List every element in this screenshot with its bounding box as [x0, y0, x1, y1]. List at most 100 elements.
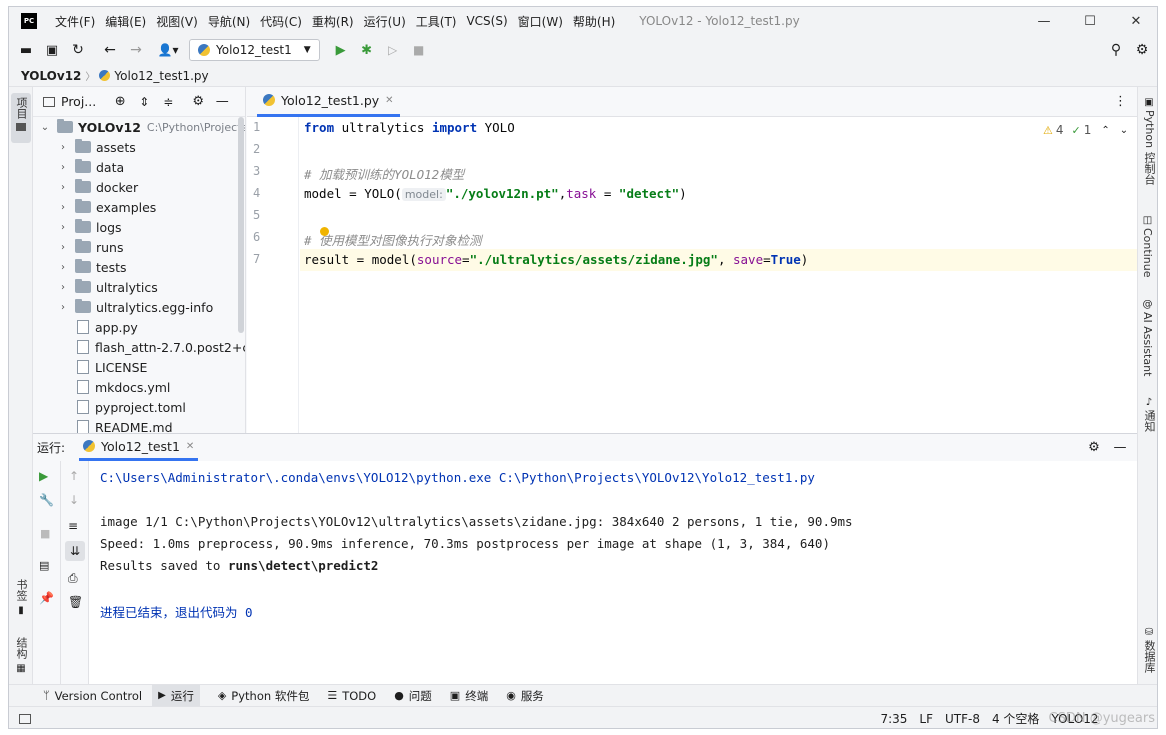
panel-settings-icon[interactable]: ⚙: [190, 94, 206, 109]
tree-item[interactable]: › ultralytics.egg-info: [57, 297, 213, 317]
code-line-1[interactable]: from ultralytics import YOLO: [304, 120, 515, 135]
tree-item[interactable]: › logs: [57, 217, 122, 237]
lightbulb-icon[interactable]: [320, 227, 329, 236]
tree-item[interactable]: › runs: [57, 237, 124, 257]
chevron-up-icon[interactable]: ⌃: [1101, 125, 1109, 136]
chevron-down-icon[interactable]: ⌄: [1120, 125, 1128, 136]
chevron-right-icon[interactable]: ›: [57, 142, 69, 153]
tree-item[interactable]: › examples: [57, 197, 156, 217]
menu-refactor[interactable]: 重构(R): [312, 13, 354, 30]
tab-python-packages[interactable]: ◈ Python 软件包: [218, 688, 310, 704]
menu-run[interactable]: 运行(U): [364, 13, 406, 30]
maximize-button[interactable]: ☐: [1067, 7, 1113, 35]
close-button[interactable]: ✕: [1113, 7, 1157, 35]
structure-tool-button[interactable]: 结构 ▦: [12, 637, 30, 674]
tab-run[interactable]: ▶ 运行: [152, 684, 200, 707]
tab-terminal[interactable]: ▣ 终端: [450, 688, 488, 704]
continue-tool-button[interactable]: ◫ Continue: [1141, 215, 1154, 277]
tree-item[interactable]: LICENSE: [77, 357, 147, 377]
tree-item[interactable]: README.md: [77, 417, 173, 433]
arrow-up-icon[interactable]: ↑: [69, 469, 79, 483]
debug-icon[interactable]: ✱: [358, 43, 376, 58]
back-icon[interactable]: ←: [101, 42, 119, 58]
chevron-right-icon[interactable]: ›: [57, 302, 69, 313]
sync-icon[interactable]: ↻: [69, 42, 87, 58]
collapse-all-icon[interactable]: ≑: [160, 95, 176, 109]
pin-icon[interactable]: 📌: [39, 591, 54, 605]
code-line-6[interactable]: # 使用模型对图像执行对象检测: [304, 230, 482, 249]
hide-panel-icon[interactable]: —: [214, 94, 230, 109]
line-separator[interactable]: LF: [919, 712, 933, 726]
project-panel-title[interactable]: Proj...: [61, 94, 96, 109]
settings-gear-icon[interactable]: ⚙: [1085, 440, 1103, 455]
open-folder-icon[interactable]: ▬: [17, 43, 35, 58]
tree-item[interactable]: app.py: [77, 317, 138, 337]
forward-icon[interactable]: →: [127, 42, 145, 58]
tab-version-control[interactable]: ᛘ Version Control: [43, 689, 142, 703]
menu-file[interactable]: 文件(F): [55, 13, 95, 30]
wrench-icon[interactable]: 🔧: [39, 493, 54, 507]
chevron-right-icon[interactable]: ›: [57, 182, 69, 193]
chevron-right-icon[interactable]: ›: [57, 262, 69, 273]
menu-vcs[interactable]: VCS(S): [466, 14, 507, 28]
chevron-right-icon[interactable]: ›: [57, 202, 69, 213]
run-icon[interactable]: ▶: [332, 43, 350, 58]
stop-icon[interactable]: ■: [410, 43, 428, 57]
cursor-position[interactable]: 7:35: [880, 712, 907, 726]
editor-tab[interactable]: Yolo12_test1.py ✕: [257, 87, 400, 117]
bookmarks-tool-button[interactable]: 书签 ▮: [12, 579, 30, 616]
print-icon[interactable]: ⎙: [68, 571, 78, 586]
ai-assistant-tool-button[interactable]: @ AI Assistant: [1141, 299, 1154, 376]
menu-view[interactable]: 视图(V): [156, 13, 198, 30]
tree-item[interactable]: mkdocs.yml: [77, 377, 170, 397]
code-line-7[interactable]: result = model(source="./ultralytics/ass…: [304, 252, 808, 267]
coverage-icon[interactable]: ▷: [384, 43, 402, 57]
menu-help[interactable]: 帮助(H): [573, 13, 615, 30]
chevron-right-icon[interactable]: ›: [57, 282, 69, 293]
menu-edit[interactable]: 编辑(E): [105, 13, 146, 30]
project-tool-button[interactable]: 项目: [11, 93, 31, 143]
code-line-4[interactable]: model = YOLO(model: "./yolov12n.pt",task …: [304, 186, 687, 201]
python-console-tool-button[interactable]: ▣ Python 控制台: [1141, 97, 1157, 185]
chevron-right-icon[interactable]: ›: [57, 242, 69, 253]
trash-icon[interactable]: 🗑: [68, 595, 83, 609]
menu-tools[interactable]: 工具(T): [416, 13, 457, 30]
menu-code[interactable]: 代码(C): [260, 13, 302, 30]
project-scrollbar[interactable]: [238, 117, 244, 333]
breadcrumb-project[interactable]: YOLOv12: [21, 69, 81, 83]
tree-root[interactable]: ⌄ YOLOv12 C:\Python\Projects\: [39, 117, 245, 137]
file-encoding[interactable]: UTF-8: [945, 712, 980, 726]
tree-item[interactable]: › tests: [57, 257, 127, 277]
locate-icon[interactable]: ⊕: [112, 94, 128, 109]
tree-item[interactable]: › ultralytics: [57, 277, 158, 297]
breadcrumb-file[interactable]: Yolo12_test1.py: [114, 69, 208, 83]
scroll-to-end-icon[interactable]: ⇊: [65, 541, 85, 561]
more-options-icon[interactable]: ⋮: [1114, 94, 1127, 109]
layout-toggle-icon[interactable]: [19, 713, 31, 724]
chevron-right-icon[interactable]: ›: [57, 222, 69, 233]
arrow-down-icon[interactable]: ↓: [69, 493, 79, 507]
settings-gear-icon[interactable]: ⚙: [1133, 42, 1151, 58]
notifications-tool-button[interactable]: ♪ 通知: [1141, 397, 1157, 432]
database-tool-button[interactable]: ⛁ 数据库: [1141, 627, 1157, 673]
search-icon[interactable]: ⚲: [1107, 42, 1125, 58]
menu-window[interactable]: 窗口(W): [518, 13, 563, 30]
tree-item[interactable]: › data: [57, 157, 124, 177]
close-tab-icon[interactable]: ✕: [186, 441, 194, 452]
hide-panel-icon[interactable]: —: [1111, 440, 1129, 455]
tree-item[interactable]: › assets: [57, 137, 136, 157]
stop-icon[interactable]: ■: [40, 527, 50, 540]
tree-item[interactable]: flash_attn-2.7.0.post2+cu12: [77, 337, 245, 357]
soft-wrap-icon[interactable]: ≡: [68, 519, 78, 533]
run-config-select[interactable]: Yolo12_test1 ▼: [189, 39, 320, 61]
code-line-3[interactable]: # 加载预训练的YOLO12模型: [304, 164, 464, 183]
tree-item[interactable]: › docker: [57, 177, 138, 197]
expand-all-icon[interactable]: ⇕: [136, 95, 152, 109]
rerun-icon[interactable]: ▶: [39, 469, 48, 483]
save-icon[interactable]: ▣: [43, 43, 61, 58]
run-tab[interactable]: Yolo12_test1 ✕: [79, 434, 199, 461]
tab-todo[interactable]: ☰ TODO: [327, 689, 376, 703]
user-icon[interactable]: 👤▾: [157, 43, 179, 57]
chevron-right-icon[interactable]: ›: [57, 162, 69, 173]
indent-setting[interactable]: 4 个空格: [992, 710, 1039, 727]
